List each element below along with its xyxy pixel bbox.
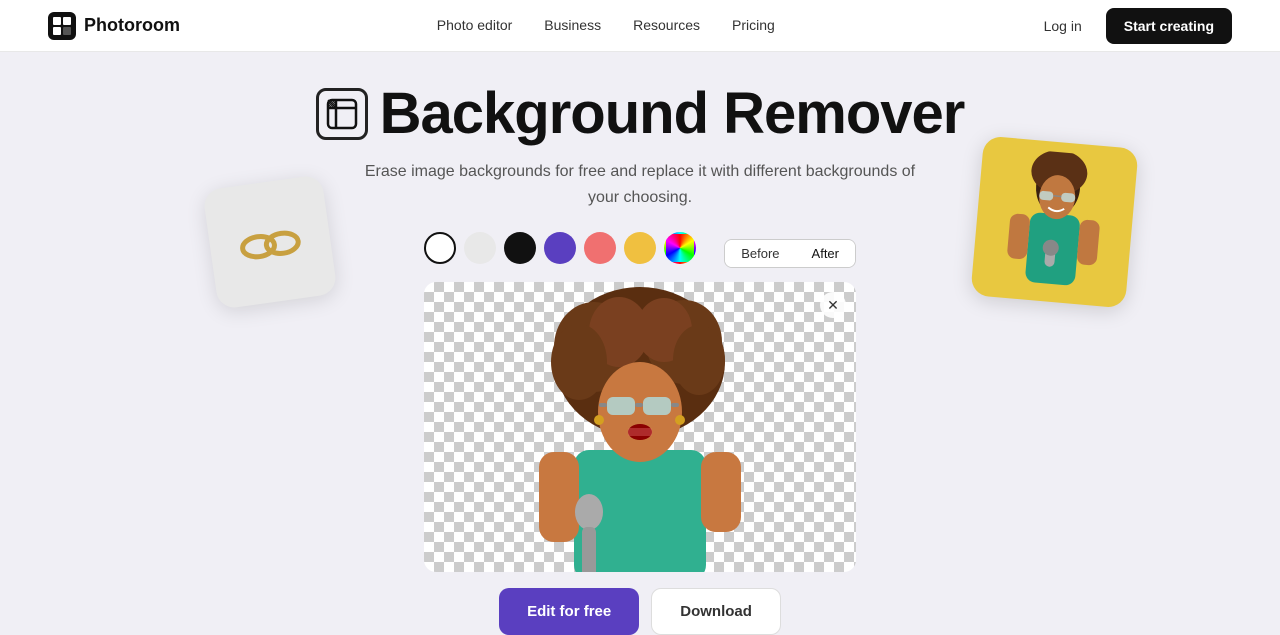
woman-figure-icon (978, 146, 1131, 308)
nav-actions: Log in Start creating (1032, 8, 1232, 44)
nav-links: Photo editor Business Resources Pricing (437, 17, 775, 35)
preview-canvas: ✕ (424, 282, 856, 572)
before-after-toggle: Before After (724, 239, 856, 268)
main-nav: Photoroom Photo editor Business Resource… (0, 0, 1280, 52)
swatch-black[interactable] (504, 232, 536, 264)
swatch-purple[interactable] (544, 232, 576, 264)
logo-icon (48, 12, 76, 40)
main-content: Background Remover Erase image backgroun… (0, 52, 1280, 635)
start-creating-button[interactable]: Start creating (1106, 8, 1232, 44)
page-title: Background Remover (380, 80, 965, 147)
floating-woman-card (970, 136, 1138, 309)
nav-photo-editor[interactable]: Photo editor (437, 17, 513, 33)
swatch-white[interactable] (424, 232, 456, 264)
after-button[interactable]: After (796, 240, 855, 267)
subject-person-svg (424, 282, 856, 572)
bg-remover-svg-icon (325, 97, 359, 131)
jewelry-icon (226, 202, 315, 282)
download-button[interactable]: Download (651, 588, 781, 635)
logo-text: Photoroom (84, 15, 180, 36)
nav-resources[interactable]: Resources (633, 17, 700, 33)
nav-business[interactable]: Business (544, 17, 601, 33)
before-button[interactable]: Before (725, 240, 795, 267)
swatch-light-gray[interactable] (464, 232, 496, 264)
bottom-actions: Edit for free Download (499, 588, 781, 635)
preview-section: Before After ✕ (424, 232, 856, 572)
color-swatches (424, 232, 696, 264)
swatch-rainbow[interactable] (664, 232, 696, 264)
hero-bg-remover-icon (316, 88, 368, 140)
edit-for-free-button[interactable]: Edit for free (499, 588, 639, 635)
login-button[interactable]: Log in (1032, 10, 1094, 42)
controls-row: Before After (424, 232, 856, 274)
close-preview-button[interactable]: ✕ (820, 292, 846, 318)
floating-jewelry-card (202, 174, 338, 310)
swatch-pink[interactable] (584, 232, 616, 264)
swatch-yellow[interactable] (624, 232, 656, 264)
nav-pricing[interactable]: Pricing (732, 17, 775, 33)
hero-title-container: Background Remover (316, 80, 965, 147)
logo-link[interactable]: Photoroom (48, 12, 180, 40)
woman-image-container (970, 136, 1138, 309)
hero-subtitle: Erase image backgrounds for free and rep… (365, 159, 915, 210)
